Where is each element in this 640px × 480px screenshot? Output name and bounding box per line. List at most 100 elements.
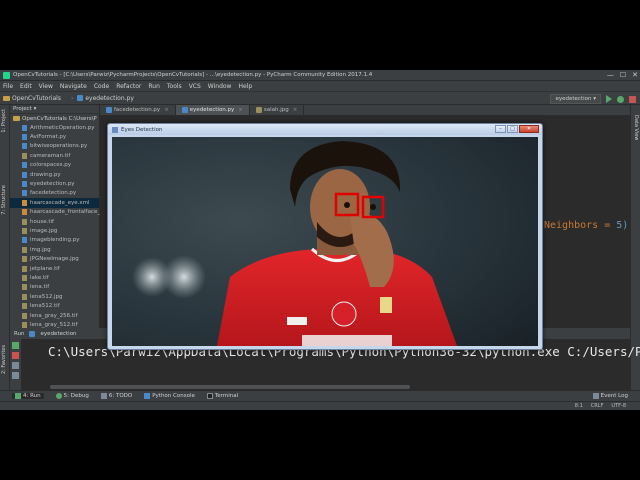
code-number: 5) bbox=[616, 220, 629, 231]
tab-label: facedetection.py bbox=[114, 107, 161, 113]
close-tab-icon[interactable]: × bbox=[164, 107, 169, 113]
cv-close-icon[interactable]: ✕ bbox=[519, 125, 539, 133]
close-tab-icon[interactable]: × bbox=[293, 107, 298, 113]
pin-icon[interactable] bbox=[12, 362, 19, 369]
close-run-icon[interactable] bbox=[12, 372, 19, 379]
cv-window-title: Eyes Detection bbox=[121, 126, 163, 133]
line-separator[interactable]: CRLF bbox=[591, 403, 604, 409]
tree-item[interactable]: JPGNewImage.jpg bbox=[10, 254, 99, 263]
tree-item[interactable]: house.tif bbox=[10, 217, 99, 226]
stop-run-icon[interactable] bbox=[12, 352, 19, 359]
tab-label: salah.jpg bbox=[263, 107, 289, 113]
cv-window-controls: – □ ✕ bbox=[495, 125, 539, 133]
tree-item-label: cameraman.tif bbox=[30, 152, 71, 159]
tab-salah-image[interactable]: salah.jpg × bbox=[250, 105, 305, 115]
close-tab-icon[interactable]: × bbox=[238, 107, 243, 113]
debug-icon[interactable] bbox=[617, 95, 624, 103]
tool-terminal[interactable]: Terminal bbox=[206, 393, 238, 399]
image-file-icon bbox=[22, 293, 27, 300]
tab-data-view[interactable]: Data View bbox=[633, 115, 639, 140]
tree-item[interactable]: haarcascade_frontalface_ bbox=[10, 208, 100, 217]
tree-item[interactable]: bitwiseoperations.py bbox=[10, 142, 99, 151]
event-log[interactable]: Event Log bbox=[592, 393, 628, 399]
tree-item[interactable]: image.jpg bbox=[10, 226, 99, 235]
cv-maximize-icon[interactable]: □ bbox=[507, 125, 518, 133]
project-root[interactable]: OpenCvTutorials C:\Users\P bbox=[10, 114, 99, 123]
run-side-toolbar bbox=[10, 339, 22, 396]
menu-help[interactable]: Help bbox=[238, 83, 252, 90]
image-file-icon bbox=[22, 227, 27, 234]
menu-code[interactable]: Code bbox=[94, 83, 109, 90]
tree-item[interactable]: colorspaces.py bbox=[10, 161, 99, 170]
tree-item[interactable]: AviFormat.py bbox=[10, 132, 99, 141]
debug-icon bbox=[55, 393, 62, 399]
breadcrumb-project[interactable]: OpenCvTutorials bbox=[3, 95, 61, 102]
cursor-position[interactable]: 8:1 bbox=[575, 403, 583, 409]
tree-item[interactable]: imageblending.py bbox=[10, 236, 99, 245]
tree-item[interactable]: cameraman.tif bbox=[10, 151, 99, 160]
menu-refactor[interactable]: Refactor bbox=[116, 83, 141, 90]
run-config-label[interactable]: eyedetection bbox=[41, 331, 77, 337]
tree-item-label: lena_gray_256.tif bbox=[30, 312, 78, 319]
tool-run[interactable]: 4: Run bbox=[12, 393, 44, 399]
project-panel-header[interactable]: Project ▾ bbox=[10, 105, 99, 114]
tree-item-label: jetplane.tif bbox=[30, 265, 60, 272]
console-horizontal-scrollbar[interactable] bbox=[50, 385, 410, 389]
cv-window-titlebar[interactable]: Eyes Detection – □ ✕ bbox=[108, 124, 542, 135]
status-bar: 8:1 CRLF UTF-8 bbox=[0, 401, 640, 410]
tree-item-label: ArithmeticOperation.py bbox=[30, 124, 95, 131]
tool-debug[interactable]: 5: Debug bbox=[55, 393, 89, 399]
image-file-icon bbox=[22, 284, 27, 291]
tree-item-label: image.jpg bbox=[30, 227, 58, 234]
tool-python-console[interactable]: Python Console bbox=[144, 393, 195, 399]
tree-item[interactable]: lena512.jpg bbox=[10, 292, 99, 301]
tree-item[interactable]: facedetection.py bbox=[10, 189, 99, 198]
tool-todo[interactable]: 6: TODO bbox=[100, 393, 132, 399]
stop-icon[interactable] bbox=[629, 95, 636, 103]
video-letterbox-top bbox=[0, 0, 640, 70]
tree-item[interactable]: ArithmeticOperation.py bbox=[10, 123, 99, 132]
tool-label: Python Console bbox=[152, 393, 195, 399]
tree-item[interactable]: eyedetection.py bbox=[10, 179, 99, 188]
menu-tools[interactable]: Tools bbox=[167, 83, 182, 90]
tab-facedetection[interactable]: facedetection.py × bbox=[100, 105, 176, 115]
tab-favorites[interactable]: 2: Favorites bbox=[1, 345, 7, 374]
minimize-icon[interactable]: — bbox=[607, 71, 614, 79]
file-encoding[interactable]: UTF-8 bbox=[611, 403, 626, 409]
close-icon[interactable]: ✕ bbox=[632, 71, 638, 79]
breadcrumb-file-label: eyedetection.py bbox=[85, 94, 134, 102]
menu-run[interactable]: Run bbox=[148, 83, 160, 90]
breadcrumb-file[interactable]: eyedetection.py bbox=[77, 95, 134, 102]
navigation-bar: OpenCvTutorials › eyedetection.py eyedet… bbox=[0, 91, 640, 105]
ide-titlebar: OpenCvTutorials - [C:\Users\Parwiz\Pycha… bbox=[0, 70, 640, 81]
tree-item-label: lena.tif bbox=[30, 284, 50, 291]
rerun-icon[interactable] bbox=[12, 342, 19, 349]
python-file-icon bbox=[22, 134, 27, 141]
tab-project[interactable]: 1: Project bbox=[1, 109, 7, 133]
left-tool-strip: 1: Project 7: Structure 2: Favorites bbox=[0, 105, 10, 395]
menu-edit[interactable]: Edit bbox=[20, 83, 32, 90]
tab-eyedetection[interactable]: eyedetection.py × bbox=[175, 105, 250, 115]
tree-item-label: colorspaces.py bbox=[30, 162, 72, 169]
run-config-select[interactable]: eyedetection ▾ bbox=[550, 94, 601, 104]
tree-item[interactable]: lake.tif bbox=[10, 273, 99, 282]
menu-navigate[interactable]: Navigate bbox=[60, 83, 87, 90]
tree-item[interactable]: jetplane.tif bbox=[10, 264, 99, 273]
tree-item[interactable]: img.jpg bbox=[10, 245, 99, 254]
python-file-icon bbox=[22, 162, 27, 169]
tree-item[interactable]: lena.tif bbox=[10, 283, 99, 292]
tree-item[interactable]: lena512.tif bbox=[10, 301, 99, 310]
tree-item[interactable]: haarcascade_eye.xml bbox=[10, 198, 99, 208]
cv-minimize-icon[interactable]: – bbox=[495, 125, 506, 133]
menu-file[interactable]: File bbox=[3, 83, 13, 90]
python-file-icon bbox=[22, 171, 27, 178]
tree-item[interactable]: lena_gray_256.tif bbox=[10, 311, 99, 320]
run-play-icon[interactable] bbox=[606, 95, 612, 103]
tab-structure[interactable]: 7: Structure bbox=[1, 185, 7, 215]
eye-right bbox=[370, 204, 376, 210]
maximize-icon[interactable]: ☐ bbox=[620, 71, 626, 79]
menu-view[interactable]: View bbox=[39, 83, 53, 90]
tree-item[interactable]: drawing.py bbox=[10, 170, 99, 179]
menu-vcs[interactable]: VCS bbox=[189, 83, 201, 90]
menu-window[interactable]: Window bbox=[208, 83, 232, 90]
